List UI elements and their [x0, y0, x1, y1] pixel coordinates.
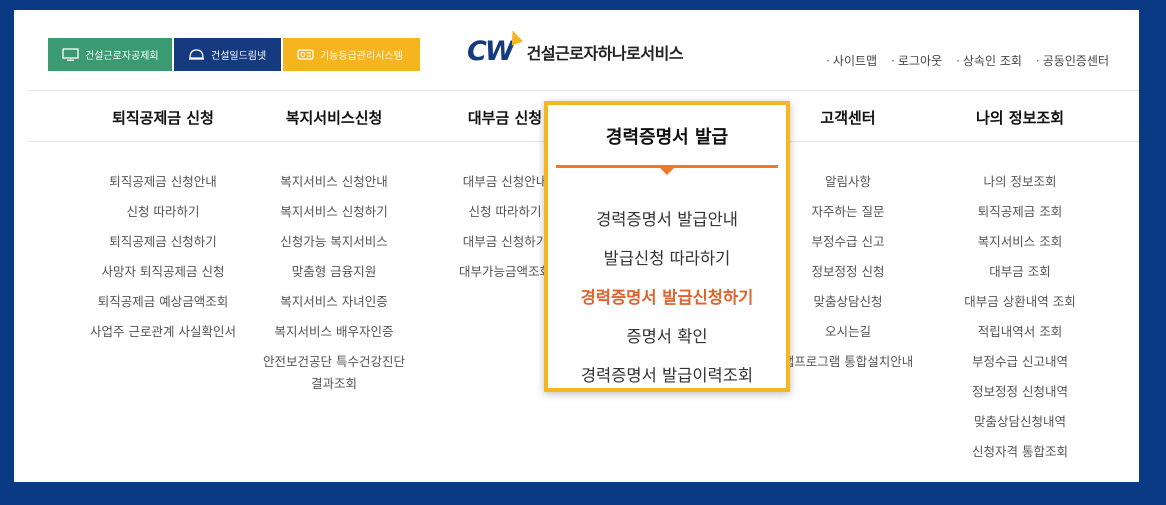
submenu-item[interactable]: 퇴직공제금 조회 — [964, 197, 1075, 227]
family-site-label: 기능등급관리시스템 — [320, 51, 403, 62]
submenu-item[interactable]: 복지서비스 배우자인증 — [263, 317, 405, 347]
menu-retirement[interactable]: 퇴직공제금 신청 — [112, 107, 214, 128]
utility-nav: · 사이트맵 · 로그아웃 · 상속인 조회 · 공동인증센터 — [826, 52, 1109, 69]
popup-title[interactable]: 경력증명서 발급 — [548, 123, 786, 149]
popup-item-tutorial[interactable]: 발급신청 따라하기 — [548, 239, 786, 278]
menu-my-info[interactable]: 나의 정보조회 — [976, 107, 1064, 128]
submenu-item[interactable]: 부정수급 신고 — [783, 227, 913, 257]
career-certificate-popup: 경력증명서 발급 경력증명서 발급안내 발급신청 따라하기 경력증명서 발급신청… — [544, 101, 790, 392]
submenu-item[interactable]: 대부가능금액조회 — [459, 257, 551, 287]
submenu-item[interactable]: 나의 정보조회 — [964, 167, 1075, 197]
family-site-kcwfund-button[interactable]: 건설근로자공제회 — [48, 38, 172, 71]
menu-loan[interactable]: 대부금 신청 — [468, 107, 542, 128]
family-site-skill-grade-button[interactable]: 기능등급관리시스템 — [283, 38, 420, 71]
submenu-item[interactable]: 퇴직공제금 신청하기 — [90, 227, 236, 257]
submenu-item[interactable]: 안전보건공단 특수건강진단 결과조회 — [263, 347, 405, 395]
submenu-item[interactable]: 사업주 근로관계 사실확인서 — [90, 317, 236, 347]
submenu-item[interactable]: 퇴직공제금 신청안내 — [90, 167, 236, 197]
submenu-loan: 대부금 신청안내 신청 따라하기 대부금 신청하기 대부가능금액조회 — [459, 167, 551, 287]
gnb-divider-top — [28, 90, 1139, 91]
utility-link-heir-inquiry[interactable]: · 상속인 조회 — [956, 52, 1022, 69]
monitor-icon — [62, 48, 79, 61]
submenu-retirement: 퇴직공제금 신청안내 신청 따라하기 퇴직공제금 신청하기 사망자 퇴직공제금 … — [90, 167, 236, 347]
submenu-item[interactable]: 오시는길 — [783, 317, 913, 347]
submenu-item[interactable]: 복지서비스 신청안내 — [263, 167, 405, 197]
popup-item-apply[interactable]: 경력증명서 발급신청하기 — [548, 278, 786, 317]
popup-item-guide[interactable]: 경력증명서 발급안내 — [548, 200, 786, 239]
menu-welfare[interactable]: 복지서비스신청 — [286, 107, 383, 128]
submenu-item[interactable]: 대부금 신청안내 — [459, 167, 551, 197]
utility-link-sitemap[interactable]: · 사이트맵 — [826, 52, 877, 69]
submenu-item[interactable]: 자주하는 질문 — [783, 197, 913, 227]
submenu-item[interactable]: 신청 따라하기 — [459, 197, 551, 227]
logo-text: 건설근로자하나로서비스 — [526, 43, 684, 63]
submenu-item[interactable]: 신청자격 통합조회 — [964, 437, 1075, 467]
submenu-item[interactable]: 신청 따라하기 — [90, 197, 236, 227]
logo-mark: CW — [467, 28, 523, 67]
caret-down-icon — [660, 168, 674, 175]
submenu-item[interactable]: 알림사항 — [783, 167, 913, 197]
submenu-my-info: 나의 정보조회 퇴직공제금 조회 복지서비스 조회 대부금 조회 대부금 상환내… — [964, 167, 1075, 467]
submenu-item[interactable]: 정보정정 신청 — [783, 257, 913, 287]
page-frame: 건설근로자공제회 건설일드림넷 기능등급관리시스템 CW 건설근로자하나로서비스… — [14, 10, 1139, 482]
submenu-item[interactable]: 대부금 조회 — [964, 257, 1075, 287]
popup-item-history[interactable]: 경력증명서 발급이력조회 — [548, 356, 786, 395]
submenu-item[interactable]: 사망자 퇴직공제금 신청 — [90, 257, 236, 287]
family-site-dreamnet-button[interactable]: 건설일드림넷 — [174, 38, 281, 71]
submenu-item[interactable]: 복지서비스 조회 — [964, 227, 1075, 257]
badge-icon — [297, 49, 314, 60]
utility-link-logout[interactable]: · 로그아웃 — [891, 52, 942, 69]
submenu-item[interactable]: 복지서비스 신청하기 — [263, 197, 405, 227]
submenu-item[interactable]: 복지서비스 자녀인증 — [263, 287, 405, 317]
submenu-item[interactable]: 정보정정 신청내역 — [964, 377, 1075, 407]
submenu-item[interactable]: 맞춤형 금융지원 — [263, 257, 405, 287]
popup-item-verify[interactable]: 증명서 확인 — [548, 317, 786, 356]
family-site-label: 건설근로자공제회 — [85, 51, 159, 62]
site-logo[interactable]: CW 건설근로자하나로서비스 — [467, 28, 684, 67]
menu-customer-center[interactable]: 고객센터 — [820, 107, 875, 128]
submenu-item[interactable]: 맞춤상담신청내역 — [964, 407, 1075, 437]
submenu-customer-center: 알림사항 자주하는 질문 부정수급 신고 정보정정 신청 맞춤상담신청 오시는길… — [783, 167, 913, 377]
family-site-label: 건설일드림넷 — [211, 51, 267, 62]
submenu-item[interactable]: 퇴직공제금 예상금액조회 — [90, 287, 236, 317]
submenu-item[interactable]: 맞춤상담신청 — [783, 287, 913, 317]
submenu-item[interactable]: 대부금 상환내역 조회 — [964, 287, 1075, 317]
submenu-welfare: 복지서비스 신청안내 복지서비스 신청하기 신청가능 복지서비스 맞춤형 금융지… — [263, 167, 405, 395]
submenu-item[interactable]: 부정수급 신고내역 — [964, 347, 1075, 377]
submenu-item[interactable]: 신청가능 복지서비스 — [263, 227, 405, 257]
submenu-item[interactable]: 대부금 신청하기 — [459, 227, 551, 257]
popup-menu-list: 경력증명서 발급안내 발급신청 따라하기 경력증명서 발급신청하기 증명서 확인… — [548, 200, 786, 395]
helmet-icon — [189, 49, 204, 60]
utility-link-cert-center[interactable]: · 공동인증센터 — [1036, 52, 1109, 69]
submenu-item[interactable]: 적립내역서 조회 — [964, 317, 1075, 347]
submenu-item[interactable]: 앱프로그램 통합설치안내 — [783, 347, 913, 377]
